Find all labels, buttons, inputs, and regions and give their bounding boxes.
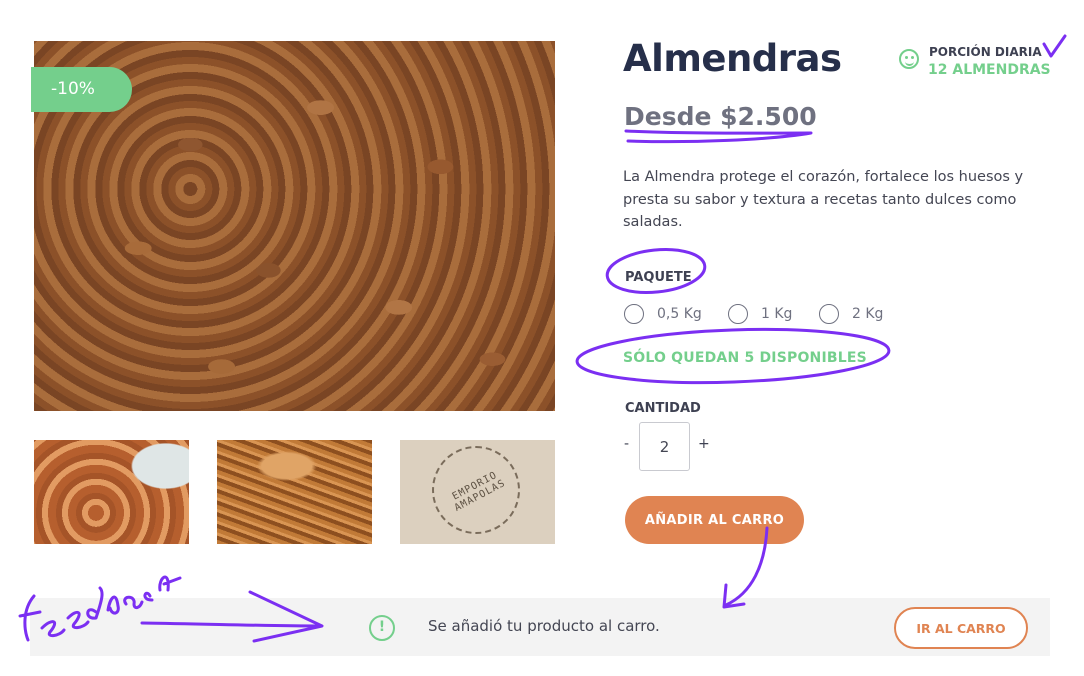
add-to-cart-button[interactable]: AÑADIR AL CARRO bbox=[625, 496, 804, 544]
product-thumbnail-2[interactable] bbox=[217, 440, 372, 544]
feedback-message: Se añadió tu producto al carro. bbox=[428, 617, 660, 635]
portion-value: 12 ALMENDRAS bbox=[928, 62, 1051, 78]
package-option-label: 0,5 Kg bbox=[657, 306, 702, 322]
smiley-icon bbox=[899, 49, 919, 69]
radio-button[interactable] bbox=[624, 304, 644, 324]
radio-button[interactable] bbox=[819, 304, 839, 324]
checkmark-icon bbox=[1042, 34, 1067, 58]
price-underline-mark bbox=[624, 129, 813, 144]
quantity-input[interactable] bbox=[639, 422, 690, 471]
discount-badge: -10% bbox=[31, 67, 132, 112]
product-title: Almendras bbox=[623, 37, 842, 80]
package-option-0-5kg[interactable]: 0,5 Kg bbox=[624, 303, 702, 325]
product-description: La Almendra protege el corazón, fortalec… bbox=[623, 169, 1024, 230]
product-thumbnail-3[interactable]: EMPORIO AMAPOLAS bbox=[400, 440, 555, 544]
radio-button[interactable] bbox=[728, 304, 748, 324]
quantity-increment-button[interactable]: + bbox=[698, 436, 710, 452]
portion-label: PORCIÓN DIARIA bbox=[929, 45, 1042, 59]
package-option-1kg[interactable]: 1 Kg bbox=[728, 303, 792, 325]
package-label: PAQUETE bbox=[625, 270, 692, 285]
alert-circle-icon: ! bbox=[369, 615, 395, 641]
product-thumbnail-1[interactable] bbox=[34, 440, 189, 544]
stock-message: SÓLO QUEDAN 5 DISPONIBLES bbox=[623, 350, 867, 366]
package-option-2kg[interactable]: 2 Kg bbox=[819, 303, 883, 325]
quantity-decrement-button[interactable]: - bbox=[624, 436, 629, 452]
go-to-cart-button[interactable]: IR AL CARRO bbox=[894, 607, 1028, 649]
package-option-label: 1 Kg bbox=[761, 306, 793, 322]
quantity-label: CANTIDAD bbox=[625, 401, 701, 416]
package-option-label: 2 Kg bbox=[852, 306, 884, 322]
product-price: Desde $2.500 bbox=[624, 102, 817, 131]
